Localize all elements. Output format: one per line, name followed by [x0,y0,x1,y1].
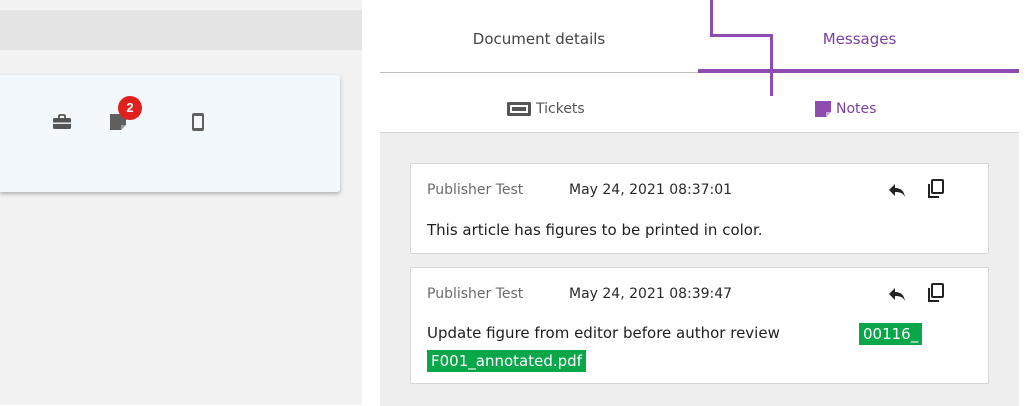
active-tab-indicator [698,69,1019,73]
pointer-line-vertical-bottom [770,34,773,96]
notification-badge: 2 [118,96,142,120]
note-author: Publisher Test [427,286,524,302]
note-timestamp: May 24, 2021 08:39:47 [569,286,733,302]
briefcase-icon[interactable] [52,112,72,132]
ticket-icon [507,102,531,116]
mobile-device-icon[interactable] [188,112,208,132]
left-toolbar [0,10,362,50]
note-icon [815,101,831,117]
document-card[interactable] [0,75,340,192]
tab-divider [380,72,698,73]
pointer-line-vertical-top [710,0,713,36]
note-timestamp: May 24, 2021 08:37:01 [569,182,733,198]
subtab-tickets-label: Tickets [536,101,585,117]
pointer-line-horizontal [710,34,773,37]
note-text: Update figure from editor before author … [427,324,780,342]
note-card: Publisher Test May 24, 2021 08:37:01 Thi… [410,163,989,254]
note-card: Publisher Test May 24, 2021 08:39:47 Upd… [410,267,989,384]
copy-icon[interactable] [927,283,945,303]
reply-icon[interactable] [887,180,907,200]
subtab-notes-label: Notes [836,101,877,117]
pane-splitter[interactable] [362,0,380,405]
subtab-notes[interactable]: Notes [814,98,876,120]
reply-icon[interactable] [887,284,907,304]
copy-icon[interactable] [927,179,945,199]
left-pane [0,0,362,405]
note-author: Publisher Test [427,182,524,198]
attachment-link-continued[interactable]: F001_annotated.pdf [427,350,586,372]
attachment-link[interactable]: 00116_ [859,323,923,345]
tab-document-details[interactable]: Document details [380,30,698,56]
note-text: This article has figures to be printed i… [427,221,763,239]
subtab-tickets[interactable]: Tickets [506,98,585,120]
